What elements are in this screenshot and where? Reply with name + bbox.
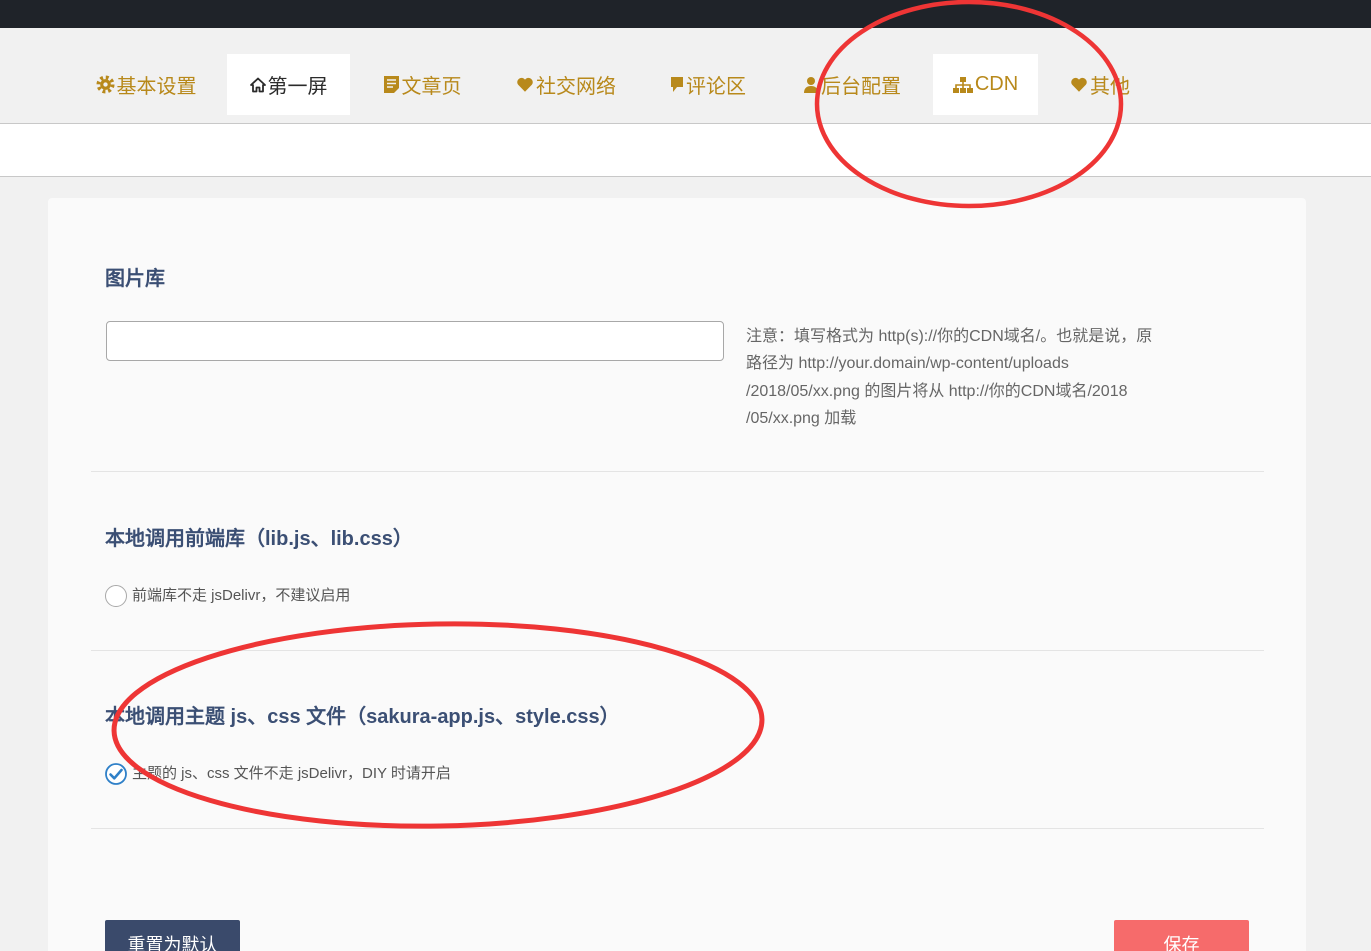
comment-icon (670, 76, 684, 94)
tab-other[interactable]: 其他 (1055, 54, 1145, 115)
tab-label: 社交网络 (536, 76, 616, 98)
divider (91, 471, 1264, 472)
settings-tab-bar: 基本设置 第一屏 文章页 社交网络 评论区 后台配置 CDN 其他 (0, 28, 1371, 124)
local-libs-radio[interactable] (105, 585, 127, 607)
local-libs-option-label: 前端库不走 jsDelivr，不建议启用 (132, 587, 351, 604)
section-title-image-library: 图片库 (105, 268, 165, 290)
tab-label: 后台配置 (821, 76, 901, 98)
reset-default-button[interactable]: 重置为默认 (105, 920, 240, 951)
user-icon (803, 76, 819, 94)
description-line: /2018/05/xx.png 的图片将从 http://你的CDN域名/201… (746, 382, 1128, 400)
top-bar (0, 0, 1371, 28)
tab-label: 第一屏 (267, 76, 328, 98)
description-line: 注意：填写格式为 http(s)://你的CDN域名/。也就是说，原 (746, 328, 1153, 345)
tab-cdn[interactable]: CDN (933, 54, 1038, 115)
local-theme-files-option-label: 主题的 js、css 文件不走 jsDelivr，DIY 时请开启 (132, 765, 451, 782)
heart-icon (516, 76, 534, 93)
document-icon (383, 75, 400, 94)
description-line: /05/xx.png 加载 (746, 410, 857, 428)
tab-label: 文章页 (401, 76, 462, 98)
section-title-local-theme-files: 本地调用主题 js、css 文件（sakura-app.js、style.css… (105, 706, 620, 728)
section-title-local-libs: 本地调用前端库（lib.js、lib.css） (105, 528, 413, 550)
tab-first-screen[interactable]: 第一屏 (227, 54, 350, 115)
description-line: 路径为 http://your.domain/wp-content/upload… (746, 355, 1069, 373)
gear-icon (95, 75, 115, 94)
home-icon (249, 77, 266, 93)
sub-header-strip (0, 124, 1371, 177)
checked-circle-icon[interactable] (105, 763, 127, 785)
tab-label: 其他 (1090, 76, 1130, 98)
local-libs-option[interactable]: 前端库不走 jsDelivr，不建议启用 (105, 585, 350, 607)
tab-label: CDN (974, 73, 1019, 95)
tab-comments[interactable]: 评论区 (653, 54, 763, 115)
divider (91, 650, 1264, 651)
sitemap-icon (952, 76, 973, 93)
divider (91, 828, 1264, 829)
tab-admin-config[interactable]: 后台配置 (787, 54, 917, 115)
image-library-input[interactable] (106, 321, 724, 361)
tab-basic-settings[interactable]: 基本设置 (80, 54, 212, 115)
tab-label: 评论区 (686, 76, 746, 98)
image-library-description: 注意：填写格式为 http(s)://你的CDN域名/。也就是说，原 路径为 h… (746, 323, 1152, 433)
save-button[interactable]: 保存 (1114, 920, 1249, 951)
tab-article-page[interactable]: 文章页 (367, 54, 477, 115)
settings-panel: 图片库 注意：填写格式为 http(s)://你的CDN域名/。也就是说，原 路… (48, 198, 1306, 951)
tab-label: 基本设置 (116, 76, 197, 98)
local-theme-files-option[interactable]: 主题的 js、css 文件不走 jsDelivr，DIY 时请开启 (105, 763, 451, 785)
tab-social-network[interactable]: 社交网络 (500, 54, 632, 115)
heart-icon (1070, 76, 1088, 93)
